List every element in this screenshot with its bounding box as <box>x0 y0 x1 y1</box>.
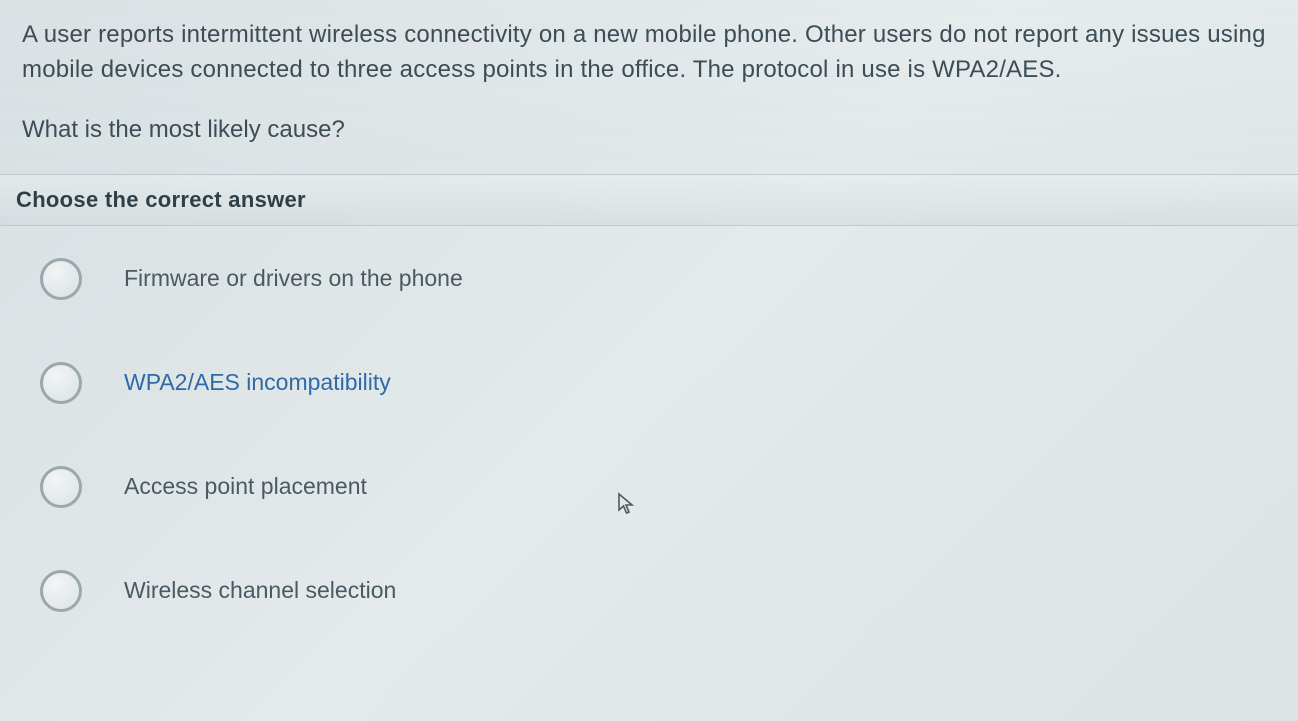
quiz-container: A user reports intermittent wireless con… <box>0 0 1298 721</box>
radio-button[interactable] <box>40 466 82 508</box>
option-row[interactable]: Access point placement <box>40 466 1276 508</box>
options-list: Firmware or drivers on the phone WPA2/AE… <box>0 226 1298 721</box>
question-scenario: A user reports intermittent wireless con… <box>22 18 1276 88</box>
option-label[interactable]: Wireless channel selection <box>124 577 396 604</box>
option-label[interactable]: Access point placement <box>124 473 367 500</box>
option-row[interactable]: Wireless channel selection <box>40 570 1276 612</box>
radio-button[interactable] <box>40 362 82 404</box>
option-row[interactable]: Firmware or drivers on the phone <box>40 258 1276 300</box>
option-label[interactable]: Firmware or drivers on the phone <box>124 265 463 292</box>
option-label[interactable]: WPA2/AES incompatibility <box>124 369 391 396</box>
option-row[interactable]: WPA2/AES incompatibility <box>40 362 1276 404</box>
radio-button[interactable] <box>40 258 82 300</box>
instruction-bar: Choose the correct answer <box>0 175 1298 226</box>
radio-button[interactable] <box>40 570 82 612</box>
question-prompt: What is the most likely cause? <box>22 116 1276 144</box>
question-block: A user reports intermittent wireless con… <box>0 0 1298 175</box>
